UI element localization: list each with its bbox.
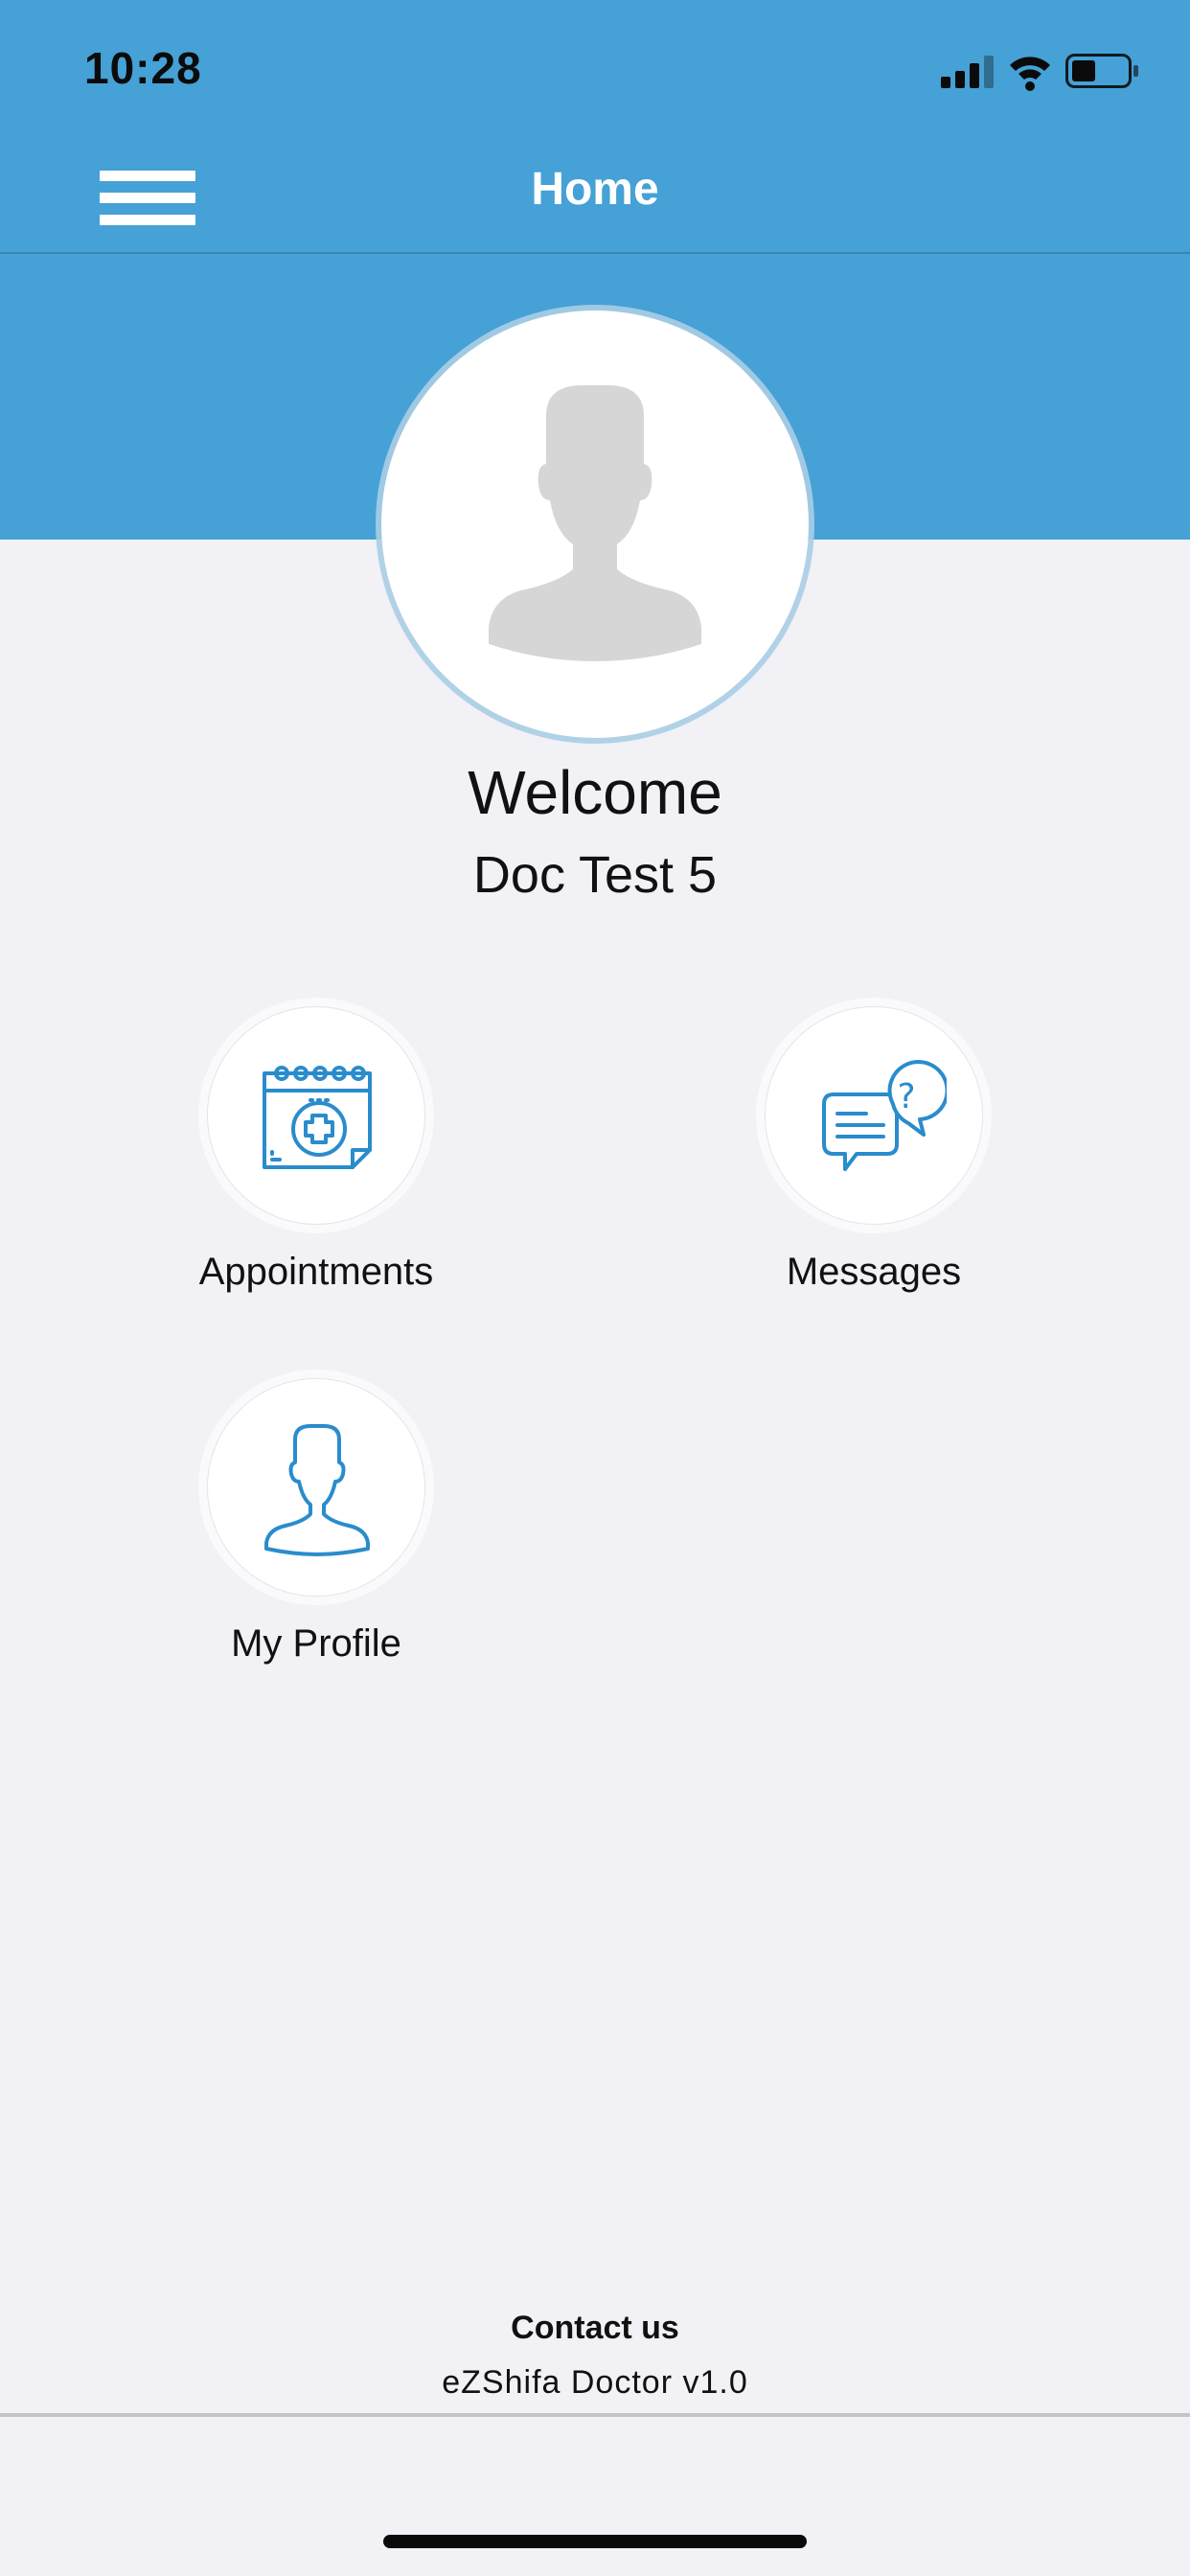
- messages-label: Messages: [786, 1251, 962, 1293]
- contact-us-link[interactable]: Contact us: [0, 2310, 1190, 2347]
- question-mark-glyph: ?: [897, 1077, 915, 1116]
- my-profile-label: My Profile: [231, 1622, 401, 1665]
- chat-question-icon: ?: [822, 1060, 947, 1171]
- cellular-signal-icon: [941, 56, 994, 88]
- home-indicator[interactable]: [383, 2535, 807, 2548]
- appointments-label: Appointments: [198, 1251, 434, 1293]
- battery-icon: [1065, 54, 1138, 88]
- page-title: Home: [531, 164, 659, 215]
- menu-bar-bottom: [100, 215, 195, 225]
- my-profile-icon-circle[interactable]: [207, 1378, 425, 1597]
- welcome-heading: Welcome: [468, 758, 722, 827]
- user-silhouette-icon: [489, 385, 701, 661]
- status-time: 10:28: [84, 43, 202, 93]
- status-bar: 10:28: [0, 0, 1190, 144]
- user-name: Doc Test 5: [472, 846, 718, 904]
- status-icons: [941, 48, 1142, 96]
- appointments-icon-circle[interactable]: [207, 1006, 425, 1225]
- person-outline-icon: [264, 1424, 370, 1556]
- avatar: [381, 310, 809, 738]
- messages-icon-circle[interactable]: ?: [765, 1006, 983, 1225]
- calendar-medical-icon: [263, 1066, 372, 1169]
- nav-bar: Home: [0, 144, 1190, 254]
- app-version: eZShifa Doctor v1.0: [442, 2364, 748, 2401]
- footer-divider: [0, 2413, 1190, 2417]
- wifi-icon: [1010, 57, 1050, 91]
- status-icons-group: [941, 54, 1138, 91]
